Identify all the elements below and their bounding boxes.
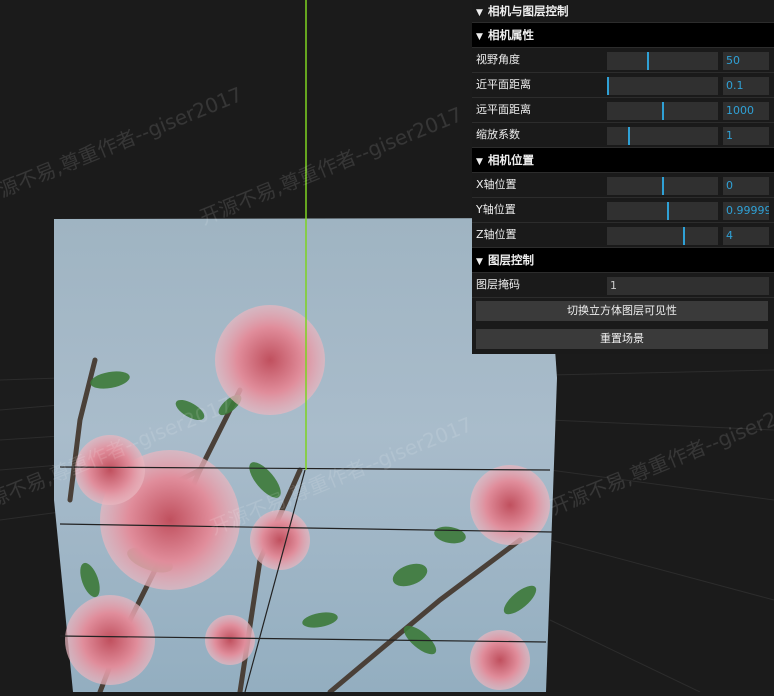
slider[interactable]	[607, 227, 718, 245]
layer-mask-row: 图层掩码 1	[472, 273, 774, 298]
control-label: Y轴位置	[476, 203, 516, 216]
slider[interactable]	[607, 202, 718, 220]
reset-scene-button[interactable]: 重置场景	[476, 329, 768, 349]
number-input[interactable]: 1000	[723, 102, 769, 120]
folder-camera-position[interactable]: ▼ 相机位置	[472, 148, 774, 173]
toggle-layer-row: 切换立方体图层可见性	[472, 298, 774, 324]
slider-handle[interactable]	[628, 127, 630, 145]
slider[interactable]	[607, 102, 718, 120]
chevron-down-icon: ▼	[476, 157, 483, 167]
control-label: 缩放系数	[476, 128, 520, 141]
number-input[interactable]: 50	[723, 52, 769, 70]
slider[interactable]	[607, 52, 718, 70]
slider-handle[interactable]	[683, 227, 685, 245]
number-input[interactable]: 0.1	[723, 77, 769, 95]
control-label: Z轴位置	[476, 228, 517, 241]
chevron-down-icon: ▼	[476, 32, 483, 42]
slider[interactable]	[607, 177, 718, 195]
slider-handle[interactable]	[607, 77, 609, 95]
slider-handle[interactable]	[667, 202, 669, 220]
slider-handle[interactable]	[662, 177, 664, 195]
slider-handle[interactable]	[647, 52, 649, 70]
toggle-cube-layer-button[interactable]: 切换立方体图层可见性	[476, 301, 768, 321]
control-label: X轴位置	[476, 178, 517, 191]
number-input[interactable]: 0.999999	[723, 202, 769, 220]
slider[interactable]	[607, 77, 718, 95]
chevron-down-icon: ▼	[476, 8, 483, 18]
control-row: 缩放系数 1	[472, 123, 774, 148]
layer-mask-input[interactable]: 1	[607, 277, 769, 295]
number-input[interactable]: 4	[723, 227, 769, 245]
control-label: 近平面距离	[476, 78, 531, 91]
folder-camera-properties[interactable]: ▼ 相机属性	[472, 23, 774, 48]
slider[interactable]	[607, 127, 718, 145]
slider-handle[interactable]	[662, 102, 664, 120]
control-row: 近平面距离 0.1	[472, 73, 774, 98]
layer-mask-label: 图层掩码	[476, 278, 520, 291]
control-panel: ▼ 相机与图层控制 ▼ 相机属性 视野角度 50 近平面距离 0.1 远平面距离 1000 缩放…	[472, 0, 774, 354]
control-row: 远平面距离 1000	[472, 98, 774, 123]
control-label: 视野角度	[476, 53, 520, 66]
number-input[interactable]: 0	[723, 177, 769, 195]
chevron-down-icon: ▼	[476, 257, 483, 267]
reset-row: 重置场景	[472, 326, 774, 352]
panel-title[interactable]: ▼ 相机与图层控制	[472, 0, 774, 23]
control-row: Y轴位置 0.999999	[472, 198, 774, 223]
control-row: 视野角度 50	[472, 48, 774, 73]
number-input[interactable]: 1	[723, 127, 769, 145]
control-label: 远平面距离	[476, 103, 531, 116]
folder-layer-control[interactable]: ▼ 图层控制	[472, 248, 774, 273]
control-row: Z轴位置 4	[472, 223, 774, 248]
control-row: X轴位置 0	[472, 173, 774, 198]
